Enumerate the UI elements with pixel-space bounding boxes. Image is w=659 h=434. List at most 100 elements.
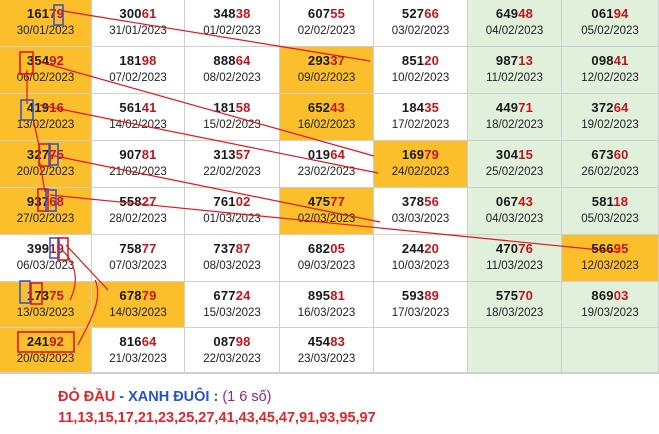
- result-number: 75877: [92, 241, 184, 256]
- result-number-head: 737: [213, 241, 236, 256]
- result-date: 15/02/2023: [203, 119, 261, 131]
- result-number: 55827: [92, 194, 184, 209]
- result-date: 21/02/2023: [109, 166, 167, 178]
- result-number: 73787: [185, 241, 279, 256]
- result-date: 19/03/2023: [581, 307, 639, 319]
- result-number-tail: 64: [613, 100, 629, 115]
- result-date: 07/02/2023: [109, 72, 167, 84]
- result-number-head: 019: [307, 147, 331, 162]
- result-cell: 37264 19/02/2023: [562, 94, 659, 141]
- result-number-tail: 64: [141, 334, 157, 349]
- result-number: 06743: [468, 194, 561, 209]
- result-number: 18435: [374, 100, 467, 115]
- result-cell: 76102 01/03/2023: [185, 188, 280, 235]
- result-number-head: 475: [307, 194, 331, 209]
- result-number-head: 184: [401, 100, 425, 115]
- result-number-head: 593: [401, 288, 425, 303]
- result-number: 81664: [92, 334, 184, 349]
- result-number-tail: 94: [613, 6, 629, 21]
- result-cell: 30061 31/01/2023: [92, 0, 185, 47]
- result-date: 05/02/2023: [581, 25, 639, 37]
- result-number-tail: 92: [49, 334, 65, 349]
- result-cell: [562, 328, 659, 373]
- result-cell: [374, 328, 468, 373]
- caption-number-list: 11,13,15,17,21,23,25,27,41,43,45,47,91,9…: [58, 410, 376, 426]
- result-number-tail: 48: [518, 6, 534, 21]
- result-number-tail: 15: [518, 147, 534, 162]
- result-cell: 24420 10/03/2023: [374, 235, 468, 282]
- result-number-tail: 41: [141, 100, 157, 115]
- result-number-tail: 75: [49, 288, 65, 303]
- result-cell: 30415 25/02/2023: [468, 141, 562, 188]
- result-number-head: 581: [591, 194, 614, 209]
- result-number-head: 607: [307, 6, 331, 21]
- result-number-tail: 70: [518, 288, 534, 303]
- result-number-tail: 79: [141, 288, 157, 303]
- result-cell: 56141 14/02/2023: [92, 94, 185, 141]
- result-number: 37856: [374, 194, 467, 209]
- result-number: 17375: [0, 288, 91, 303]
- result-cell: 18435 17/02/2023: [374, 94, 468, 141]
- result-number-head: 419: [26, 100, 50, 115]
- result-number: 65243: [280, 100, 373, 115]
- result-number-head: 673: [591, 147, 614, 162]
- result-number-tail: 98: [141, 53, 157, 68]
- result-date: 03/02/2023: [391, 25, 450, 37]
- result-number: 59389: [374, 288, 467, 303]
- result-cell: 18158 15/02/2023: [185, 94, 280, 141]
- result-number: 52766: [374, 6, 467, 21]
- result-number-tail: 35: [424, 100, 440, 115]
- result-cell: 41916 13/02/2023: [0, 94, 92, 141]
- result-date: 09/02/2023: [297, 72, 356, 84]
- result-number-head: 244: [401, 241, 425, 256]
- result-number-head: 098: [591, 53, 614, 68]
- result-date: 02/03/2023: [297, 213, 356, 225]
- result-number-tail: 37: [330, 53, 346, 68]
- result-date: 11/03/2023: [486, 260, 543, 272]
- result-number: 58118: [562, 194, 658, 209]
- result-number-head: 449: [495, 100, 519, 115]
- result-number-head: 348: [213, 6, 236, 21]
- result-number-tail: 05: [330, 241, 346, 256]
- result-cell: 29337 09/02/2023: [280, 47, 374, 94]
- result-number-head: 161: [26, 6, 50, 21]
- result-number-head: 313: [213, 147, 236, 162]
- result-number: 93768: [0, 194, 91, 209]
- result-number: 47577: [280, 194, 373, 209]
- result-date: 16/03/2023: [297, 307, 356, 319]
- result-date: 23/02/2023: [297, 166, 356, 178]
- result-cell: 45483 23/03/2023: [280, 328, 374, 373]
- result-date: 11/02/2023: [486, 72, 543, 84]
- result-number-tail: 03: [613, 288, 629, 303]
- result-number: 30415: [468, 147, 561, 162]
- result-number: 67360: [562, 147, 658, 162]
- result-number-tail: 79: [49, 6, 65, 21]
- result-cell: 93768 27/02/2023: [0, 188, 92, 235]
- result-cell: 67360 26/02/2023: [562, 141, 659, 188]
- result-cell: 47577 02/03/2023: [280, 188, 374, 235]
- result-date: 18/03/2023: [485, 307, 544, 319]
- result-number: 32775: [0, 147, 91, 162]
- result-number-tail: 24: [235, 288, 251, 303]
- result-number-tail: 64: [330, 147, 346, 162]
- result-cell: 31357 22/02/2023: [185, 141, 280, 188]
- result-cell: 47076 11/03/2023: [468, 235, 562, 282]
- result-number-head: 987: [495, 53, 519, 68]
- result-date: 06/02/2023: [16, 72, 75, 84]
- result-number-tail: 58: [235, 100, 251, 115]
- result-number-tail: 95: [613, 241, 629, 256]
- result-date: 12/02/2023: [581, 72, 639, 84]
- result-number-tail: 02: [235, 194, 251, 209]
- result-number-head: 869: [591, 288, 614, 303]
- result-number: 86903: [562, 288, 658, 303]
- result-number: 60755: [280, 6, 373, 21]
- result-date: 14/02/2023: [109, 119, 167, 131]
- result-number-head: 761: [213, 194, 236, 209]
- result-cell: 90781 21/02/2023: [92, 141, 185, 188]
- result-number: 47076: [468, 241, 561, 256]
- result-number: 56141: [92, 100, 184, 115]
- result-number-tail: 16: [49, 100, 65, 115]
- result-date: 04/02/2023: [485, 25, 544, 37]
- result-number-tail: 20: [424, 53, 440, 68]
- caption-count: (1 6 số): [218, 389, 272, 405]
